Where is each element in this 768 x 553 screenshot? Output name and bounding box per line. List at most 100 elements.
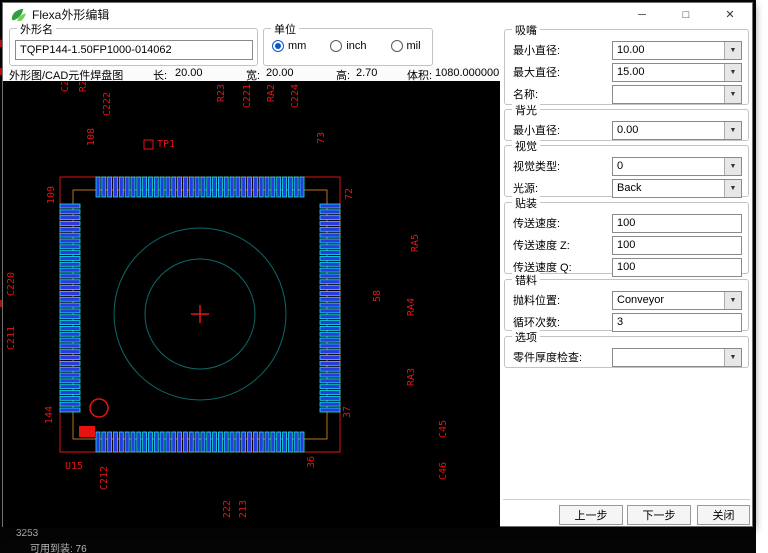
cad-ref-label: C224 <box>290 84 301 109</box>
field-label: 传送速度 Z: <box>513 240 570 252</box>
cad-ref-label: C45 <box>438 420 449 439</box>
field-label: 循环次数: <box>513 317 561 329</box>
cad-ref-label: C222 <box>102 92 113 117</box>
backlight-group-label: 背光 <box>512 102 540 118</box>
next-step-button[interactable]: 下一步 <box>627 505 691 525</box>
dropdown-arrow-icon[interactable]: ▼ <box>724 85 741 103</box>
unit-group: 单位 mm inch mil <box>263 21 433 66</box>
width-label: 宽: <box>246 70 261 82</box>
field-label: 视觉类型: <box>513 161 561 173</box>
dropdown-arrow-icon[interactable]: ▼ <box>724 121 741 139</box>
height-label: 高: <box>336 70 351 82</box>
dropdown-arrow-icon[interactable]: ▼ <box>724 348 741 366</box>
dimensions-bar: 外形图/CAD元件焊盘图 长: 20.00 宽: 20.00 高: 2.70 体… <box>3 66 500 82</box>
options-group: 选项 零件厚度检查: ▼ <box>504 329 749 368</box>
button-separator <box>503 499 750 500</box>
close-dialog-button[interactable]: 关闭 <box>697 505 750 525</box>
field-label: 光源: <box>513 183 539 195</box>
text-input[interactable] <box>612 257 742 277</box>
minimize-button[interactable]: ─ <box>620 3 664 26</box>
cad-ref-label: 108 <box>86 128 97 147</box>
radio-icon <box>330 40 343 52</box>
combo-box[interactable]: 0 ▼ <box>612 156 742 176</box>
reject-group-label: 错料 <box>512 272 540 288</box>
combo-value: 0.00 <box>617 123 639 136</box>
dropdown-arrow-icon[interactable]: ▼ <box>724 63 741 81</box>
unit-radio-mm[interactable]: mm <box>272 40 306 52</box>
cad-ref-label: C46 <box>438 462 449 481</box>
cad-ref-label: C221 <box>242 84 253 109</box>
unit-radio-inch[interactable]: inch <box>330 40 367 52</box>
shape-name-input[interactable] <box>15 40 253 60</box>
cad-ref-label: RA3 <box>406 368 417 387</box>
mount-group: 贴装 传送速度: 传送速度 Z: 传送速度 Q: <box>504 195 749 277</box>
field-label: 最小直径: <box>513 125 561 137</box>
cad-ref-label: R227 <box>78 82 89 92</box>
cad-canvas[interactable]: C228 R227 C222 R23 C221 RA2 C224 TP1 108 109 73 72 R… <box>3 82 500 528</box>
prev-step-button[interactable]: 上一步 <box>559 505 623 525</box>
field-row: 循环次数: <box>505 312 748 332</box>
unit-radio-mil[interactable]: mil <box>390 40 421 52</box>
combo-box[interactable]: 0.00 ▼ <box>612 120 742 140</box>
unit-group-label: 单位 <box>271 21 299 37</box>
combo-box[interactable]: 15.00 ▼ <box>612 62 742 82</box>
backlight-group: 背光 最小直径: 0.00 ▼ <box>504 102 749 141</box>
combo-value <box>613 349 724 366</box>
dropdown-arrow-icon[interactable]: ▼ <box>724 41 741 59</box>
field-label: 传送速度: <box>513 218 561 230</box>
width-value: 20.00 <box>266 67 294 79</box>
combo-value: Conveyor <box>617 293 665 306</box>
unit-radio-row: mm inch mil <box>272 40 421 52</box>
field-row: 光源: Back ▼ <box>505 178 748 198</box>
field-label: 名称: <box>513 89 539 101</box>
cad-ref-label: 213 <box>238 500 249 519</box>
cad-ref-label: 36 <box>306 456 317 469</box>
field-row: 零件厚度检查: ▼ <box>505 347 748 367</box>
combo-box[interactable]: ▼ <box>612 347 742 367</box>
cad-ref-label: C220 <box>6 272 17 297</box>
text-input[interactable] <box>612 235 742 255</box>
close-button[interactable]: ✕ <box>708 3 752 26</box>
field-row: 传送速度 Q: <box>505 257 748 277</box>
field-label: 最大直径: <box>513 67 561 79</box>
text-input[interactable] <box>612 213 742 233</box>
dims-title: 外形图/CAD元件焊盘图 <box>9 70 124 82</box>
cad-ref-label: 144 <box>44 406 55 425</box>
combo-box[interactable]: ▼ <box>612 84 742 104</box>
combo-value: 10.00 <box>617 43 645 56</box>
combo-box[interactable]: Conveyor ▼ <box>612 290 742 310</box>
radio-label: inch <box>346 40 367 52</box>
field-label: 抛料位置: <box>513 295 561 307</box>
cad-ref-label: TP1 <box>157 139 176 150</box>
mount-group-label: 贴装 <box>512 195 540 211</box>
cad-ref-label: 37 <box>342 406 353 419</box>
cad-ref-label: 73 <box>316 132 327 145</box>
combo-box[interactable]: Back ▼ <box>612 178 742 198</box>
field-row: 传送速度 Z: <box>505 235 748 255</box>
radio-label: mil <box>406 40 421 52</box>
cad-ref-label: RA2 <box>266 84 277 103</box>
combo-value: 15.00 <box>617 65 645 78</box>
cad-ref-label: RA4 <box>406 298 417 317</box>
field-row: 抛料位置: Conveyor ▼ <box>505 290 748 310</box>
combo-value <box>613 86 724 103</box>
dropdown-arrow-icon[interactable]: ▼ <box>724 291 741 309</box>
text-input[interactable] <box>612 312 742 332</box>
cad-ref-label: 72 <box>344 188 355 201</box>
nozzle-group: 吸嘴 最小直径: 10.00 ▼ 最大直径: 15.00 ▼ 名称: ▼ <box>504 22 749 105</box>
cad-ref-label: 222 <box>222 500 233 519</box>
field-label: 最小直径: <box>513 45 561 57</box>
field-row: 最小直径: 10.00 ▼ <box>505 40 748 60</box>
dropdown-arrow-icon[interactable]: ▼ <box>724 157 741 175</box>
maximize-button[interactable]: □ <box>664 3 708 26</box>
combo-box[interactable]: 10.00 ▼ <box>612 40 742 60</box>
field-row: 传送速度: <box>505 213 748 233</box>
combo-value: 0 <box>617 159 624 172</box>
cad-ref-label: 58 <box>372 290 383 303</box>
window-controls: ─ □ ✕ <box>620 3 752 26</box>
options-group-label: 选项 <box>512 329 540 345</box>
volume-value: 1080.000000 <box>435 67 500 79</box>
title-bar[interactable]: Flexa外形编辑 ─ □ ✕ <box>3 3 752 26</box>
dropdown-arrow-icon[interactable]: ▼ <box>724 179 741 197</box>
combo-value: Back <box>617 181 642 194</box>
